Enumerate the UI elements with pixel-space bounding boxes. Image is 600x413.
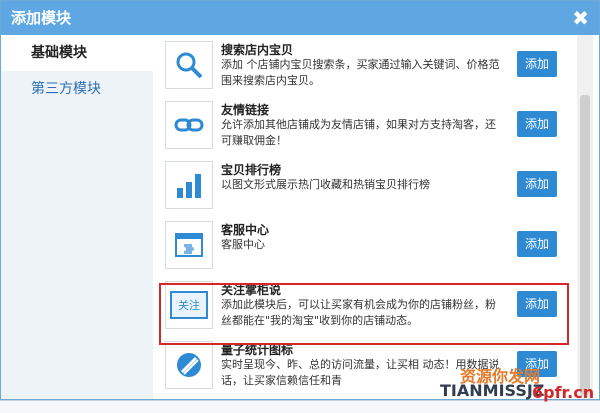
sidebar-item-label: 第三方模块 xyxy=(31,81,101,97)
add-button[interactable]: 添加 xyxy=(517,51,557,77)
background-strip xyxy=(0,400,600,413)
module-title: 客服中心 xyxy=(221,223,270,237)
module-title: 搜索店内宝贝 xyxy=(221,43,294,57)
add-button[interactable]: 添加 xyxy=(517,111,557,137)
dialog-titlebar: 添加模块 ✖ xyxy=(1,1,599,35)
close-icon[interactable]: ✖ xyxy=(572,1,589,35)
module-title: 友情链接 xyxy=(221,103,270,117)
module-description: 客服中心 xyxy=(221,238,265,251)
sidebar-item-third-party-modules[interactable]: 第三方模块 xyxy=(1,71,153,107)
module-category-sidebar: 基础模块 第三方模块 xyxy=(1,35,153,399)
module-title: 宝贝排行榜 xyxy=(221,163,282,177)
watermark-text-3: 6pfr.cn xyxy=(532,383,595,402)
stats-icon xyxy=(165,341,213,389)
add-button[interactable]: 添加 xyxy=(517,171,557,197)
module-description: 允许添加其他店铺成为友情店铺，如果对方支持淘客，还可赚取佣金！ xyxy=(221,118,496,147)
dialog-title: 添加模块 xyxy=(11,9,72,27)
module-item-ranking: 宝贝排行榜 以图文形式展示热门收藏和热销宝贝排行榜 添加 xyxy=(159,161,571,215)
puzzle-window-icon xyxy=(165,221,213,269)
add-module-dialog: 添加模块 ✖ 基础模块 第三方模块 搜索店内宝贝 添加 个店铺内宝贝搜索条，买家… xyxy=(0,0,600,400)
highlight-box xyxy=(159,283,569,345)
module-item-customer-service: 客服中心 客服中心 添加 xyxy=(159,221,571,275)
search-icon xyxy=(165,41,213,89)
add-button[interactable]: 添加 xyxy=(517,231,557,257)
sidebar-item-label: 基础模块 xyxy=(31,45,87,61)
module-item-friend-links: 友情链接 允许添加其他店铺成为友情店铺，如果对方支持淘客，还可赚取佣金！ 添加 xyxy=(159,101,571,155)
module-item-search: 搜索店内宝贝 添加 个店铺内宝贝搜索条，买家通过输入关键词、价格范围来搜索店内宝… xyxy=(159,41,571,95)
module-description: 以图文形式展示热门收藏和热销宝贝排行榜 xyxy=(221,178,430,191)
sidebar-item-basic-modules[interactable]: 基础模块 xyxy=(1,35,153,71)
watermark-text-2: TIANMISSJZ xyxy=(440,381,545,400)
vertical-scrollbar[interactable] xyxy=(577,35,593,399)
scrollbar-thumb[interactable] xyxy=(580,95,590,395)
module-description: 添加 个店铺内宝贝搜索条，买家通过输入关键词、价格范围来搜索店内宝贝。 xyxy=(221,58,500,87)
bar-chart-icon xyxy=(165,161,213,209)
link-icon xyxy=(165,101,213,149)
